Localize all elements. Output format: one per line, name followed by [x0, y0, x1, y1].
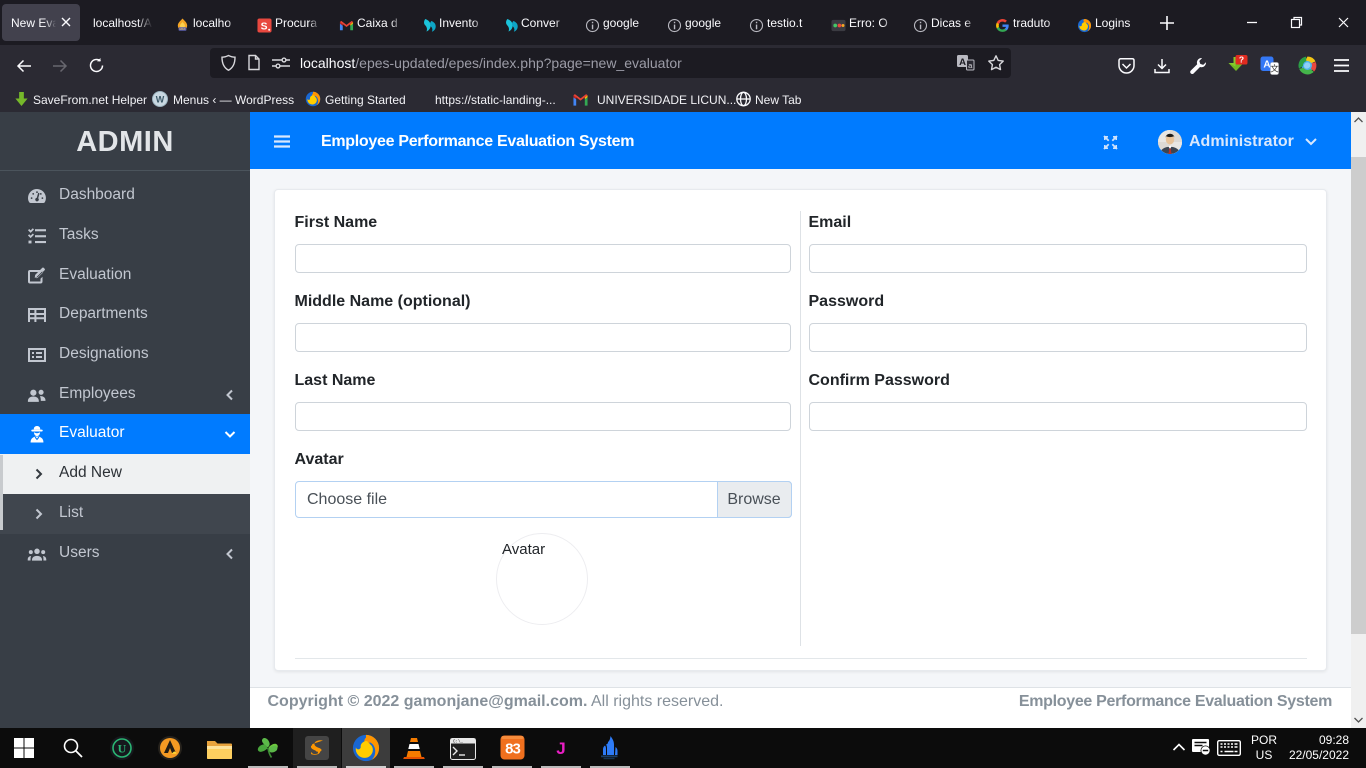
svg-text:J: J — [556, 739, 565, 758]
svg-text:?: ? — [1239, 55, 1244, 65]
svg-text:S: S — [261, 21, 268, 32]
svg-text:A: A — [959, 57, 966, 68]
svg-text:MAX: MAX — [179, 27, 185, 31]
svg-text:83: 83 — [505, 741, 520, 758]
svg-text:C:\_: C:\_ — [453, 740, 464, 745]
svg-text:U: U — [118, 742, 127, 756]
svg-text:W: W — [156, 95, 165, 105]
svg-text:文: 文 — [1270, 64, 1279, 74]
